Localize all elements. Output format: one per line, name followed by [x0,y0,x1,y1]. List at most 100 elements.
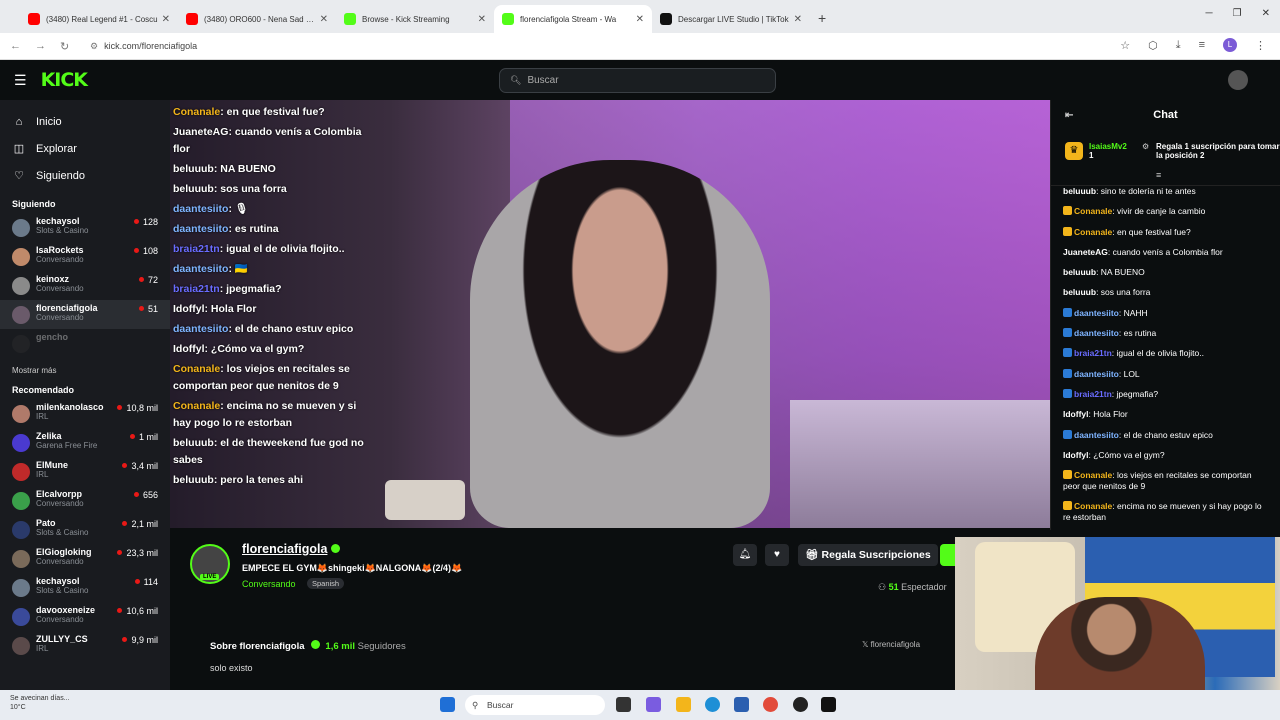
edge-icon[interactable] [705,697,720,712]
chat-username[interactable]: Conanale [1074,227,1112,237]
copilot-icon[interactable] [646,697,661,712]
chat-username[interactable]: beluuub [1063,267,1096,277]
chat-username[interactable]: Conanale [1074,501,1112,511]
bell-icon[interactable]: 🔔︎ [733,544,757,566]
sidebar-channel[interactable]: Pato Slots & Casino 2,1 mil [0,515,170,544]
menu-dots-icon[interactable]: ⋮ [1255,39,1266,52]
new-tab-icon[interactable]: + [818,10,826,26]
pinned-user[interactable]: IsaiasMv2 [1089,142,1127,151]
profile-avatar[interactable]: L [1223,38,1237,52]
chat-username[interactable]: daantesiito [1074,430,1119,440]
show-more-link[interactable]: Mostrar más [0,366,170,375]
stream-category[interactable]: Conversando [242,579,296,589]
bookmark-star-icon[interactable]: ☆ [1120,39,1130,52]
stream-title: EMPECE EL GYM🦊shingeki🦊NALGONA🦊(2/4)🦊 [242,563,463,573]
chat-username[interactable]: braia21tn [1074,389,1112,399]
url-input[interactable]: kick.com/florenciafigola [104,41,197,51]
sidebar-channel[interactable]: kechaysol Slots & Casino 114 [0,573,170,602]
media-icon[interactable]: ≡ [1199,39,1205,51]
sidebar-channel[interactable]: keinoxz Conversando 72 [0,271,170,300]
channel-avatar [12,550,30,568]
sidebar-channel[interactable]: ZULLYY_CS IRL 9,9 mil [0,631,170,660]
overlay-chat-message: beluuub: el de theweekend fue god no sab… [173,435,377,469]
sidebar-nav-inicio[interactable]: ⌂ Inicio [0,108,170,135]
sidebar-channel[interactable]: Elcalvorpp Conversando 656 [0,486,170,515]
extensions-icon[interactable]: ⬡ [1148,39,1158,52]
video-player[interactable]: Conanale: en que festival fue? JuaneteAG:… [170,100,1050,528]
tab-close-icon[interactable]: ✕ [162,14,170,25]
chat-badge-icon [1063,307,1072,317]
weather-widget[interactable]: Se avecinan días... 10°C [10,694,70,712]
forward-icon[interactable]: → [35,40,46,53]
chat-username[interactable]: Idoffyl [1063,450,1089,460]
chrome-icon[interactable] [763,697,778,712]
tab-close-icon[interactable]: ✕ [794,14,802,25]
chat-username: beluuub [173,163,214,175]
windows-start-icon[interactable] [440,697,455,712]
language-tag[interactable]: Spanish [307,578,345,589]
hamburger-menu-icon[interactable]: ☰ [14,72,27,89]
reload-icon[interactable]: ↻ [60,40,69,53]
chat-username[interactable]: daantesiito [1074,328,1119,338]
browser-tab[interactable]: Browse - Kick Streaming ✕ [336,5,494,33]
sidebar-channel[interactable]: davooxeneize Conversando 10,6 mil [0,602,170,631]
channel-category: IRL [36,412,49,421]
sidebar-nav-siguiendo[interactable]: ♡ Siguiendo [0,162,170,189]
chat-username[interactable]: Conanale [1074,470,1112,480]
sidebar-channel[interactable]: milenkanolasco IRL 10,8 mil [0,399,170,428]
user-avatar[interactable] [1228,70,1248,90]
minimize-icon[interactable]: ─ [1206,8,1213,19]
tab-close-icon[interactable]: ✕ [478,14,486,25]
stream-info: LIVE florenciafigola EMPECE EL GYM🦊shing… [170,530,1050,690]
sidebar-channel[interactable]: kechaysol Slots & Casino 128 [0,213,170,242]
filter-icon[interactable]: ≡ [1156,170,1161,180]
sidebar-nav-explorar[interactable]: ◫ Explorar [0,135,170,162]
channel-name[interactable]: florenciafigola [242,542,341,556]
chat-username[interactable]: beluuub [1063,186,1096,196]
overlay-chat-message: braia21tn: jpegmafia? [173,281,377,298]
taskbar-search[interactable]: ⚲ Buscar [465,695,605,715]
kick-logo[interactable]: KICK [41,69,88,91]
obs-icon[interactable] [793,697,808,712]
gift-subs-button[interactable]: 🎁︎ Regala Suscripciones [798,544,938,566]
chat-username[interactable]: Conanale [1074,206,1112,216]
tab-close-icon[interactable]: ✕ [636,14,644,25]
chat-username[interactable]: Idoffyl [1063,409,1089,419]
chat-username[interactable]: daantesiito [1074,369,1119,379]
restore-icon[interactable]: ❐ [1233,8,1242,19]
close-icon[interactable]: ✕ [1262,8,1270,19]
browser-toolbar: ☆ ⬡ ⤓ ≡ L ⋮ [1120,38,1266,52]
x-social-link[interactable]: 𝕏 florenciafigola [862,640,920,649]
browser-tab[interactable]: Descargar LIVE Studio | TikTok ✕ [652,5,810,33]
back-icon[interactable]: ← [10,40,21,53]
chat-badge-icon [1063,429,1072,439]
sidebar-channel[interactable]: IsaRockets Conversando 108 [0,242,170,271]
file-explorer-icon[interactable] [676,697,691,712]
task-view-icon[interactable] [616,697,631,712]
collapse-chat-icon[interactable]: ⇤ [1065,110,1073,121]
chat-username[interactable]: daantesiito [1074,308,1119,318]
sidebar-channel[interactable]: gencho [0,329,170,358]
sidebar-channel[interactable]: Zelika Garena Free Fire 1 mil [0,428,170,457]
browser-tab[interactable]: (3480) ORO600 - Nena Sad Re ✕ [178,5,336,33]
channel-category: Slots & Casino [36,528,89,537]
chat-username: JuaneteAG [173,126,229,138]
store-icon[interactable] [734,697,749,712]
sidebar-channel[interactable]: ElMune IRL 3,4 mil [0,457,170,486]
chat-username[interactable]: beluuub [1063,287,1096,297]
browser-tab[interactable]: florenciafigola Stream - Wa ✕ [494,5,652,33]
channel-avatar [12,637,30,655]
search-input[interactable]: 🔍︎ Buscar [499,68,776,93]
gift-icon[interactable]: ⚙ [1142,142,1149,151]
browser-tab[interactable]: (3480) Real Legend #1 - Coscu ✕ [20,5,178,33]
site-info-icon[interactable]: ⚙ [90,41,98,52]
sidebar-channel[interactable]: ElGiogloking Conversando 23,3 mil [0,544,170,573]
tiktok-icon[interactable] [821,697,836,712]
sidebar-channel[interactable]: florenciafigola Conversando 51 [0,300,170,329]
compass-icon: ◫ [13,143,25,155]
tab-close-icon[interactable]: ✕ [320,14,328,25]
chat-username[interactable]: JuaneteAG [1063,247,1108,257]
heart-follow-icon[interactable]: ♥ [765,544,789,566]
chat-username[interactable]: braia21tn [1074,348,1112,358]
download-icon[interactable]: ⤓ [1176,39,1181,52]
